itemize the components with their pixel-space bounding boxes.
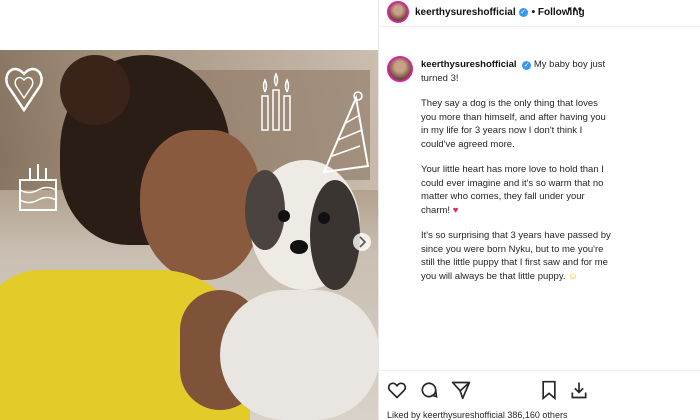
comment-icon[interactable] [419, 380, 439, 400]
party-hat-doodle-icon [322, 91, 370, 174]
verified-icon: ✓ [522, 61, 532, 70]
actions-divider [379, 370, 700, 371]
photo-panel [0, 0, 378, 420]
avatar[interactable] [387, 1, 409, 23]
header-username[interactable]: keerthysureshofficial [415, 7, 516, 18]
post-sidebar: keerthysureshofficial ✓ • Following ••• … [378, 0, 700, 420]
save-actions [539, 380, 589, 400]
likes-count[interactable]: Liked by keerthysureshofficial 386,160 o… [387, 410, 567, 420]
candles-doodle-icon [261, 72, 291, 131]
share-icon[interactable] [451, 380, 471, 400]
header-divider [379, 26, 700, 27]
dog-eye [318, 212, 330, 224]
dog-nose [290, 240, 308, 254]
dog-eye [278, 210, 290, 222]
heart-icon[interactable] [387, 380, 407, 400]
caption-username[interactable]: keerthysureshofficial [421, 59, 517, 70]
dog-ear-left [245, 170, 285, 250]
smile-emoji-icon: ☺ [568, 270, 578, 282]
caption-paragraph-3: Your little heart has more love to hold … [421, 164, 604, 216]
post-header: keerthysureshofficial ✓ • Following [379, 0, 700, 24]
bookmark-icon[interactable] [539, 380, 559, 400]
heart-doodle-icon [5, 67, 43, 113]
post-caption: keerthysureshofficial ✓ My baby boy just… [421, 58, 611, 295]
caption-paragraph-4: It's so surprising that 3 years have pas… [421, 230, 611, 282]
more-options-icon[interactable]: ••• [567, 2, 583, 16]
red-heart-emoji-icon: ♥ [452, 204, 459, 216]
woman-hair-bun [60, 55, 130, 125]
caption-avatar[interactable] [387, 56, 413, 82]
download-icon[interactable] [569, 380, 589, 400]
post-photo[interactable] [0, 50, 378, 420]
cake-doodle-icon [19, 164, 57, 211]
woman-face [140, 130, 260, 280]
next-arrow-icon[interactable] [352, 232, 372, 252]
dog-body [220, 290, 378, 420]
caption-paragraph-2: They say a dog is the only thing that lo… [421, 98, 606, 150]
verified-icon: ✓ [518, 7, 528, 17]
